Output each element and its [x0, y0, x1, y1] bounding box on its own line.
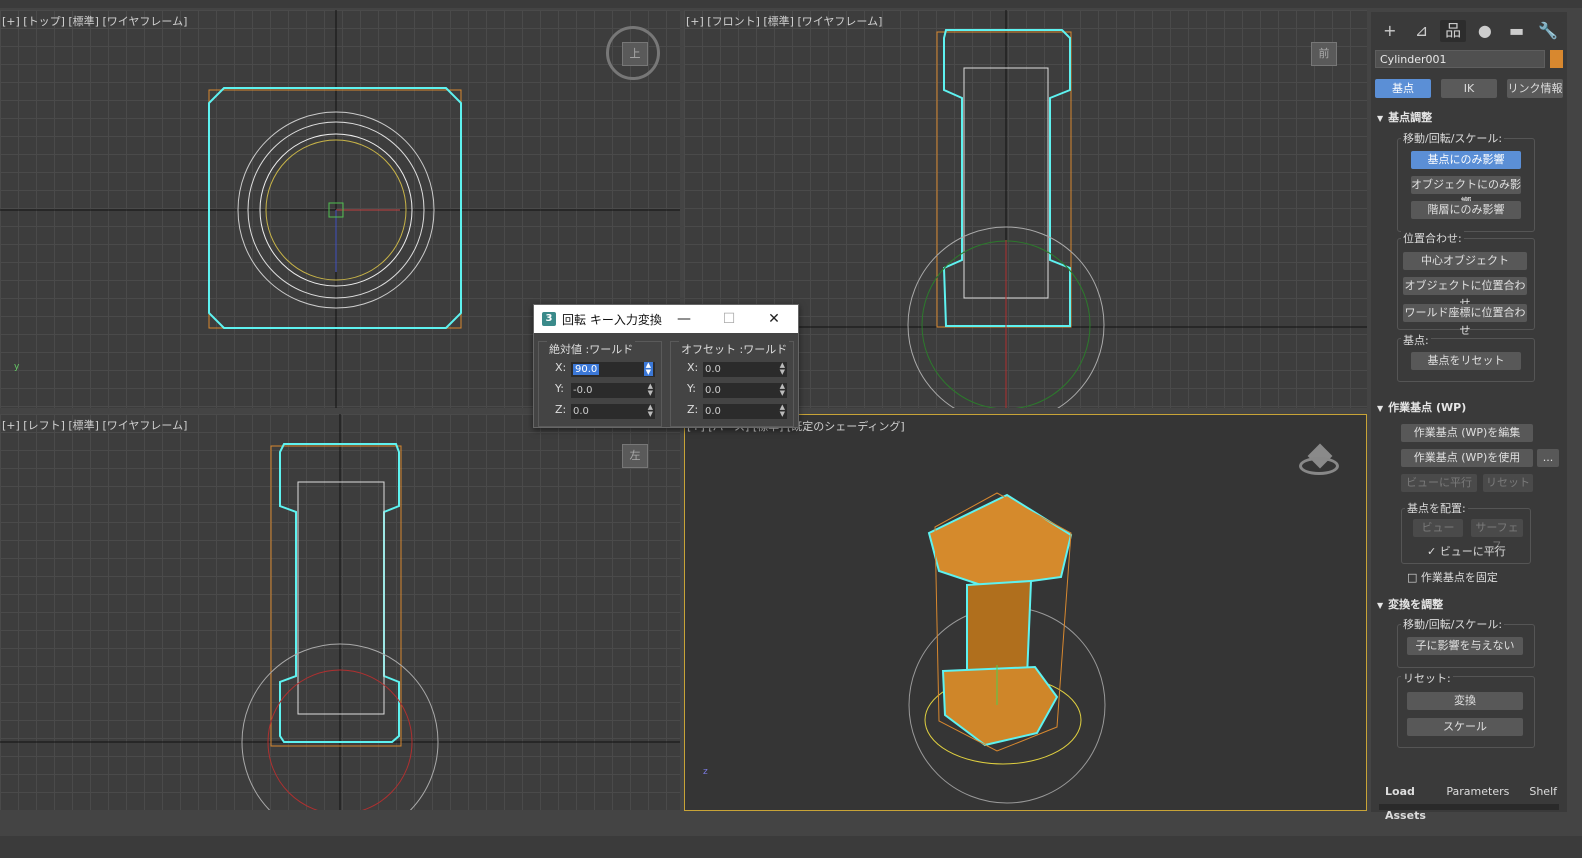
reset-pivot-button[interactable]: 基点をリセット [1411, 352, 1521, 370]
center-to-object-button[interactable]: 中心オブジェクト [1403, 252, 1527, 270]
tab-load-assets[interactable]: Load Assets [1375, 780, 1436, 822]
object-name-field[interactable]: Cylinder001 [1375, 50, 1545, 68]
absolute-z-field[interactable]: 0.0 ▲ ▼ [571, 404, 655, 419]
spinner-icon[interactable]: ▲ ▼ [643, 362, 653, 376]
group-label: 移動/回転/スケール: [1401, 616, 1505, 632]
working-pivot-rollout-header[interactable]: ▼ 作業基点 (WP) [1377, 399, 1466, 415]
affect-object-only-button[interactable]: オブジェクトにのみ影響 [1411, 176, 1521, 209]
minimize-button[interactable]: — [662, 305, 706, 333]
viewcube-ring [1299, 457, 1339, 475]
viewport-perspective[interactable]: [+] [パース] [標準] [既定のシェーディング] z [684, 414, 1367, 811]
rotate-transform-type-in-dialog[interactable]: 3 回転 キー入力変換 — ☐ ✕ 絶対値 :ワールド X: 90.0 ▲ ▼ Y:… [533, 304, 799, 428]
lock-working-pivot-checkbox[interactable]: □ 作業基点を固定 [1407, 569, 1498, 585]
command-panel-tabs: + ⊿ 品 ● ▬ 🔧 [1371, 12, 1567, 48]
spinner-icon[interactable]: ▲ ▼ [780, 362, 785, 376]
z-label: Z: [687, 403, 699, 416]
utilities-tab-icon[interactable]: 🔧 [1535, 20, 1561, 42]
offset-y-field[interactable]: 0.0 ▲ ▼ [703, 383, 787, 398]
axis-tripod: z [703, 767, 708, 777]
axis-tripod: y [14, 362, 20, 372]
viewport-label-left[interactable]: [+] [レフト] [標準] [ワイヤフレーム] [2, 417, 187, 433]
viewport-label-top[interactable]: [+] [トップ] [標準] [ワイヤフレーム] [2, 13, 187, 29]
absolute-group: 絶対値 :ワールド X: 90.0 ▲ ▼ Y: -0.0 ▲ ▼ Z: 0.0 ▲ ▼ [538, 341, 662, 427]
group-label: 位置合わせ: [1401, 230, 1464, 246]
app-logo-icon: 3 [542, 312, 556, 326]
collapse-triangle-icon: ▼ [1377, 404, 1384, 413]
reset-wp-button[interactable]: リセット [1483, 474, 1533, 492]
offset-group: オフセット :ワールド X: 0.0 ▲ ▼ Y: 0.0 ▲ ▼ Z: 0.0 ▲ ▼ [670, 341, 794, 427]
reset-transform-button[interactable]: 変換 [1407, 692, 1523, 710]
offset-x-field[interactable]: 0.0 ▲ ▼ [703, 362, 787, 377]
viewport-label-front[interactable]: [+] [フロント] [標準] [ワイヤフレーム] [686, 13, 882, 29]
place-surface-button[interactable]: サーフェス [1471, 519, 1523, 552]
dont-affect-children-button[interactable]: 子に影響を与えない [1407, 637, 1523, 655]
adjust-pivot-rollout-header[interactable]: ▼ 基点調整 [1377, 109, 1432, 125]
hierarchy-subtabs: 基点 IK リンク情報 [1375, 79, 1563, 98]
spinner-icon[interactable]: ▲ ▼ [648, 404, 653, 418]
left-wireframe [0, 414, 680, 810]
tab-shelf[interactable]: Shelf [1519, 780, 1567, 804]
offset-group-label: オフセット :ワールド [679, 341, 790, 357]
spinner-icon[interactable]: ▲ ▼ [648, 383, 653, 397]
motion-tab-icon[interactable]: ● [1472, 20, 1498, 42]
viewcube-persp[interactable] [1299, 443, 1339, 479]
offset-z-field[interactable]: 0.0 ▲ ▼ [703, 404, 787, 419]
reset-group [1397, 676, 1535, 748]
collapse-triangle-icon: ▼ [1377, 114, 1384, 123]
affect-hierarchy-only-button[interactable]: 階層にのみ影響 [1411, 201, 1521, 219]
use-working-pivot-button[interactable]: 作業基点 (WP)を使用 [1401, 449, 1533, 467]
absolute-group-label: 絶対値 :ワールド [547, 341, 636, 357]
group-label: 移動/回転/スケール: [1401, 130, 1505, 146]
y-label: Y: [555, 382, 564, 395]
reset-scale-button[interactable]: スケール [1407, 718, 1523, 736]
status-bar [0, 836, 1582, 858]
bottom-tabs: Load Assets Parameters Shelf [1375, 780, 1567, 822]
scroll-bar[interactable] [1379, 804, 1559, 810]
spinner-icon[interactable]: ▲ ▼ [780, 383, 785, 397]
viewcube-front[interactable]: 前 [1311, 42, 1337, 66]
spinner-icon[interactable]: ▲ ▼ [780, 404, 785, 418]
create-tab-icon[interactable]: + [1377, 20, 1403, 42]
group-label: リセット: [1401, 670, 1453, 686]
rollout-title: 変換を調整 [1388, 598, 1444, 611]
y-label: Y: [687, 382, 696, 395]
dialog-title: 回転 キー入力変換 [562, 312, 662, 327]
z-label: Z: [555, 403, 567, 416]
more-button[interactable]: ... [1537, 449, 1559, 467]
dialog-titlebar[interactable]: 3 回転 キー入力変換 — ☐ ✕ [534, 305, 798, 333]
object-color-swatch[interactable] [1550, 50, 1563, 68]
align-to-view-button[interactable]: ビューに平行 [1401, 474, 1477, 492]
rollout-title: 作業基点 (WP) [1388, 401, 1467, 414]
command-panel: + ⊿ 品 ● ▬ 🔧 Cylinder001 基点 IK リンク情報 ▼ 基点調… [1371, 12, 1567, 822]
close-button[interactable]: ✕ [752, 305, 796, 333]
collapse-triangle-icon: ▼ [1377, 601, 1384, 610]
link-info-tab[interactable]: リンク情報 [1507, 79, 1563, 98]
perspective-scene [908, 492, 1106, 804]
pivot-tab[interactable]: 基点 [1375, 79, 1431, 98]
edit-working-pivot-button[interactable]: 作業基点 (WP)を編集 [1401, 424, 1533, 442]
group-label: 基点: [1401, 332, 1431, 348]
adjust-transform-rollout-header[interactable]: ▼ 変換を調整 [1377, 596, 1443, 612]
rollout-title: 基点調整 [1388, 111, 1433, 124]
align-to-view-checkbox[interactable]: ✓ ビューに平行 [1427, 543, 1506, 559]
display-tab-icon[interactable]: ▬ [1504, 20, 1530, 42]
maximize-button[interactable]: ☐ [707, 305, 751, 333]
modify-tab-icon[interactable]: ⊿ [1409, 20, 1435, 42]
group-label: 基点を配置: [1405, 500, 1468, 516]
ik-tab[interactable]: IK [1441, 79, 1497, 98]
viewport-left[interactable]: [+] [レフト] [標準] [ワイヤフレーム] 左 [0, 414, 680, 810]
x-label: X: [555, 361, 567, 374]
tab-parameters[interactable]: Parameters [1436, 780, 1519, 804]
place-view-button[interactable]: ビュー [1413, 519, 1463, 537]
hierarchy-tab-icon[interactable]: 品 [1440, 20, 1467, 42]
x-label: X: [687, 361, 699, 374]
viewcube-ring [606, 26, 660, 80]
top-bar [0, 0, 1582, 8]
absolute-x-field[interactable]: 90.0 ▲ ▼ [571, 362, 655, 377]
align-to-object-button[interactable]: オブジェクトに位置合わせ [1403, 277, 1527, 310]
affect-pivot-only-button[interactable]: 基点にのみ影響 [1411, 151, 1521, 169]
absolute-y-field[interactable]: -0.0 ▲ ▼ [571, 383, 655, 398]
align-to-world-button[interactable]: ワールド座標に位置合わせ [1403, 304, 1527, 337]
viewcube-left[interactable]: 左 [622, 444, 648, 468]
